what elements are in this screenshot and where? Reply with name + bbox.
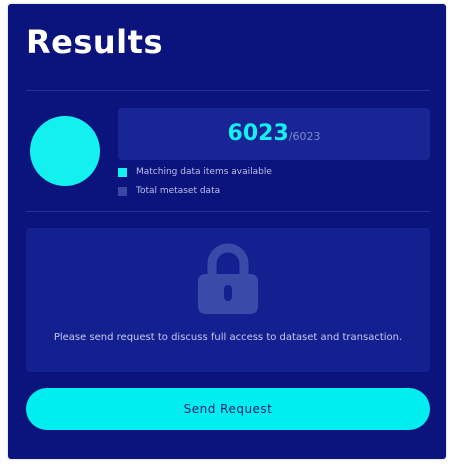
matching-count: 6023: [227, 121, 289, 146]
results-title: Results: [26, 23, 163, 61]
count-box: 6023/6023: [118, 108, 430, 160]
results-card: Results 6023/6023 Matching data items av…: [8, 4, 446, 459]
legend-swatch-total: [118, 186, 127, 196]
legend-swatch-matching: [118, 167, 127, 177]
lock-icon: [198, 243, 258, 314]
top-divider: [26, 90, 430, 91]
matching-ratio-donut: [30, 116, 100, 186]
legend-label-total: Total metaset data: [136, 186, 221, 196]
middle-divider: [26, 211, 430, 212]
legend-label-matching: Matching data items available: [136, 167, 272, 177]
total-count: 6023: [292, 130, 321, 143]
legend-item-matching: Matching data items available: [118, 165, 272, 179]
legend-item-total: Total metaset data: [118, 184, 220, 198]
count-text: 6023/6023: [118, 108, 430, 163]
access-request-message: Please send request to discuss full acce…: [53, 332, 403, 343]
send-request-button[interactable]: Send Request: [26, 388, 430, 430]
locked-access-panel: Please send request to discuss full acce…: [26, 228, 430, 372]
